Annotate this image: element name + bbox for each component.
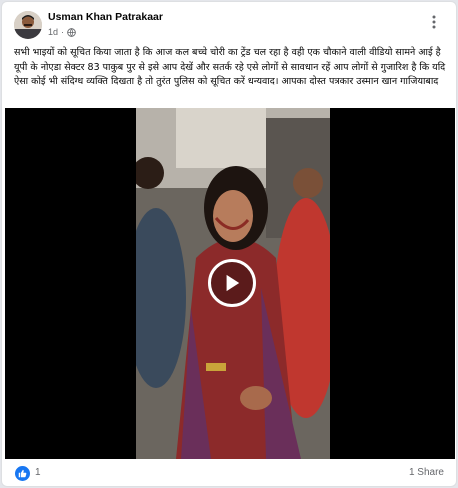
post-card: Usman Khan Patrakaar 1d · सभी भाइयों को … <box>1 1 457 487</box>
post-header: Usman Khan Patrakaar 1d · <box>2 2 456 46</box>
post-meta: 1d · <box>48 27 76 37</box>
like-icon[interactable] <box>15 466 30 481</box>
play-icon[interactable] <box>208 259 256 307</box>
post-time[interactable]: 1d <box>48 27 58 37</box>
avatar[interactable] <box>14 11 42 39</box>
post-footer: 1 1 Share <box>2 459 456 486</box>
author-name[interactable]: Usman Khan Patrakaar <box>48 11 163 23</box>
post-text: सभी भाइयों को सूचित किया जाता है कि आज क… <box>14 47 446 87</box>
more-options-icon[interactable] <box>426 14 442 30</box>
reaction-count[interactable]: 1 <box>35 467 41 478</box>
share-count[interactable]: 1 Share <box>409 467 444 478</box>
video-player[interactable] <box>5 108 455 459</box>
globe-icon <box>67 27 76 37</box>
